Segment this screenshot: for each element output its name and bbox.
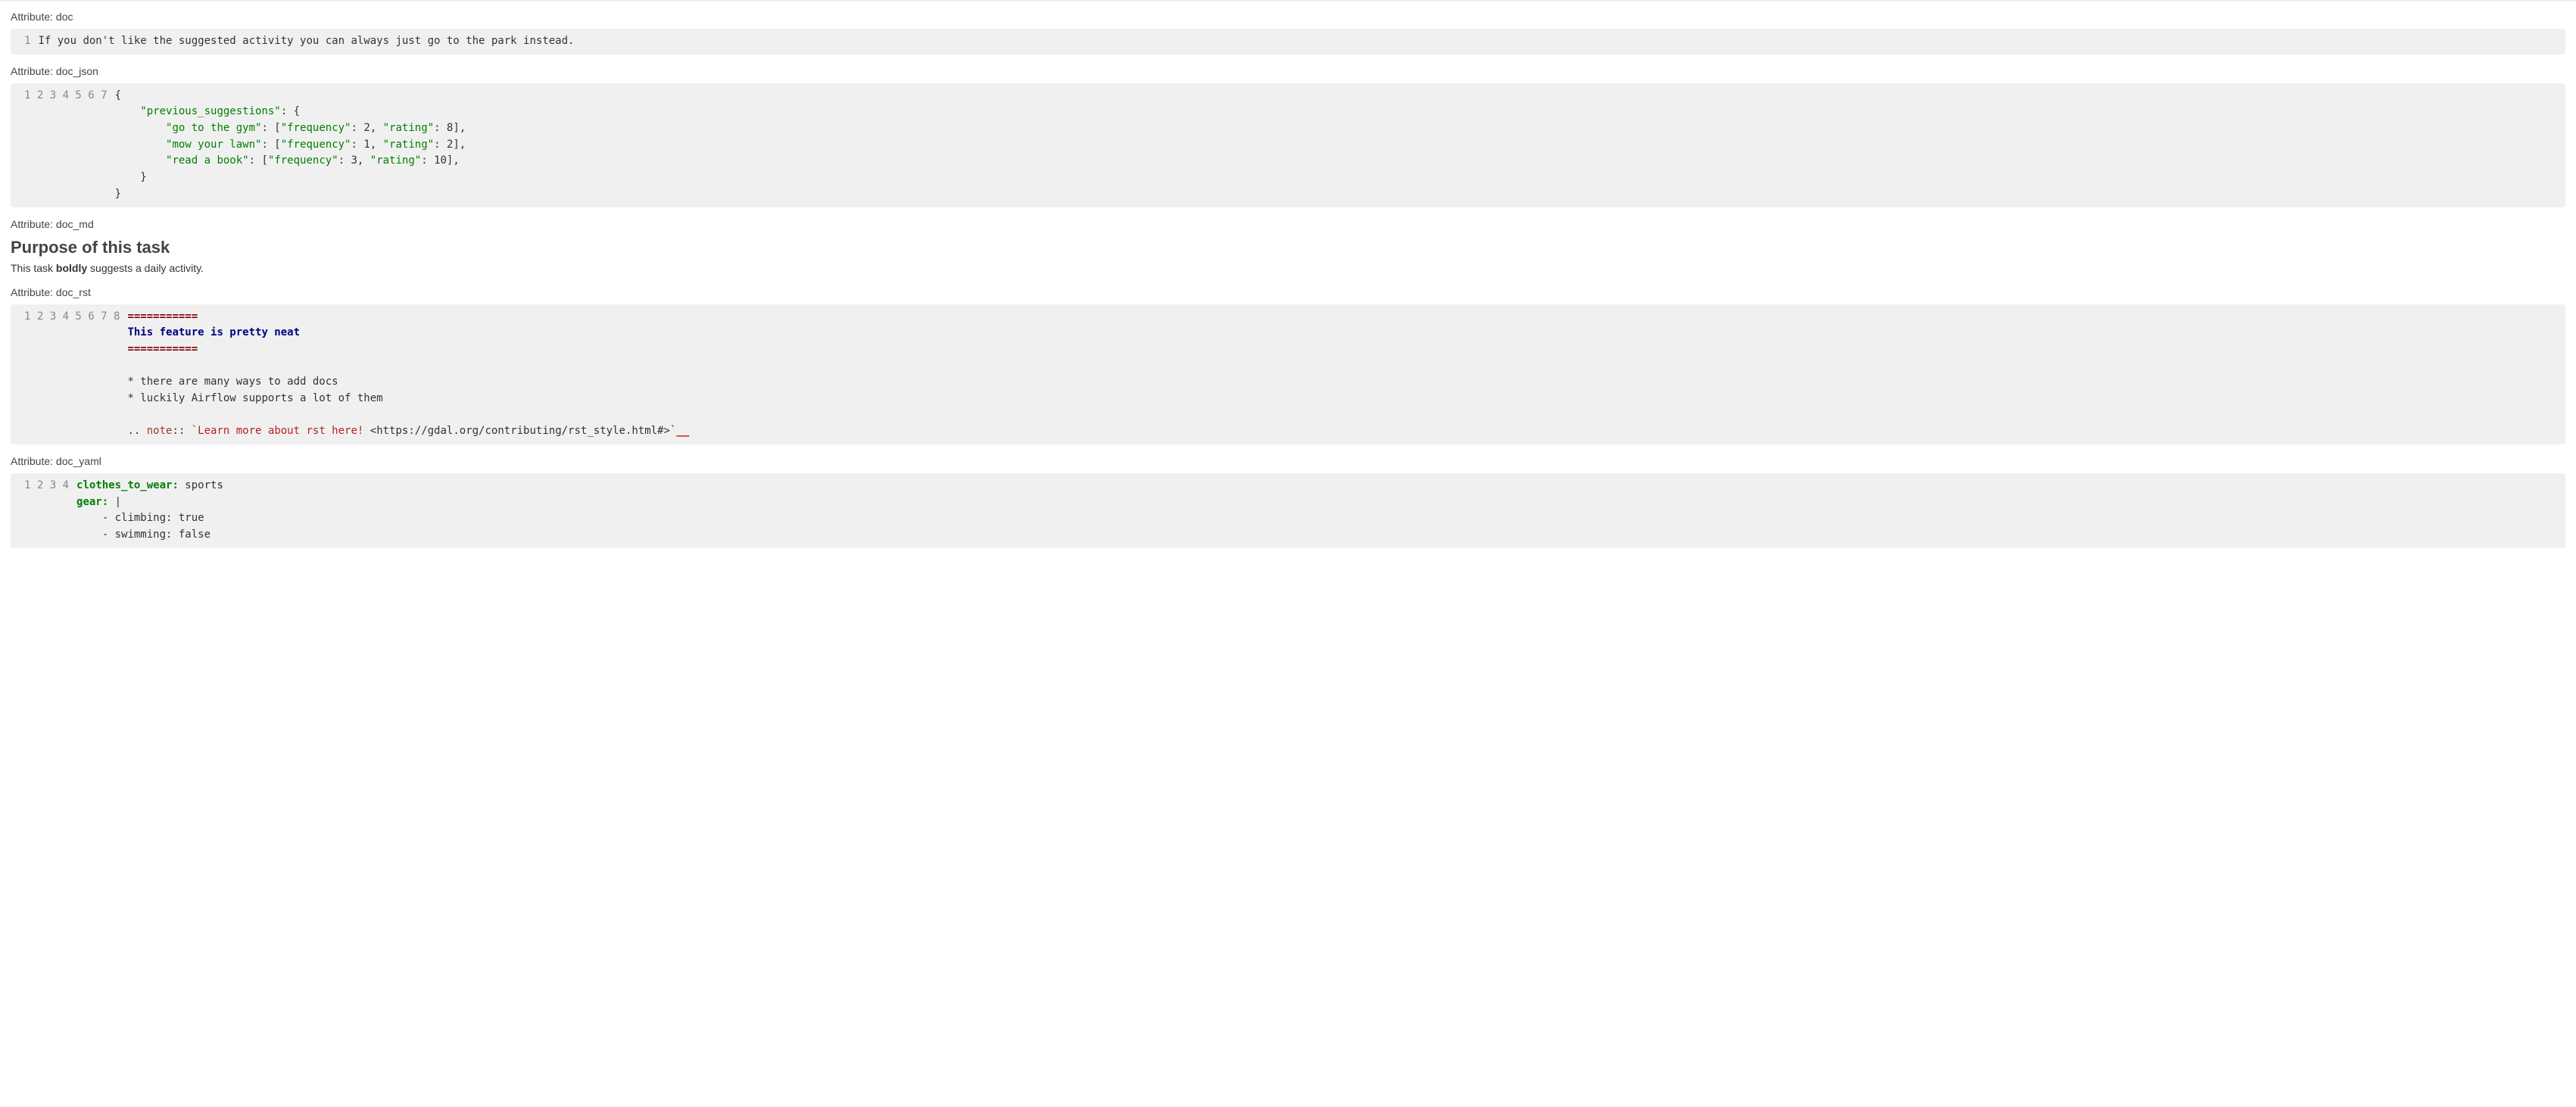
json-key: "frequency" (281, 122, 351, 134)
code-block-doc-json: 1 2 3 4 5 6 7 { "previous_suggestions": … (11, 83, 2565, 207)
rst-underline: =========== (127, 343, 198, 355)
attr-name: doc_rst (56, 286, 91, 298)
code-line: } (115, 170, 2556, 186)
attr-name: doc (56, 11, 73, 23)
yaml-value: sports (179, 479, 223, 491)
attr-prefix: Attribute: (11, 11, 56, 23)
code-content: =========== This feature is pretty neat ==… (127, 309, 2565, 441)
code-block-doc: 1 If you don't like the suggested activi… (11, 29, 2565, 55)
code-line: If you don't like the suggested activity… (38, 33, 2556, 50)
json-number: 2 (447, 139, 453, 151)
attr-prefix: Attribute: (11, 65, 56, 77)
rst-dotdot: .. (127, 425, 146, 437)
attr-name: doc_yaml (56, 455, 101, 467)
md-heading: Purpose of this task (11, 238, 2565, 257)
yaml-key: clothes_to_wear: (76, 479, 179, 491)
rst-overline: =========== (127, 310, 198, 323)
code-content: clothes_to_wear: sportsgear: | - climbin… (76, 478, 2565, 544)
attr-prefix: Attribute: (11, 455, 56, 467)
code-line: "read a book": ["frequency": 3, "rating"… (115, 153, 2556, 170)
json-number: 2 (363, 122, 370, 134)
rst-anon-ref: __ (676, 425, 689, 437)
code-line: =========== (127, 341, 2556, 358)
code-content: { "previous_suggestions": { "go to the g… (115, 88, 2565, 203)
code-line: This feature is pretty neat (127, 325, 2556, 341)
yaml-key: gear: (76, 496, 108, 508)
json-key: "previous_suggestions" (140, 105, 280, 117)
code-line: "previous_suggestions": { (115, 104, 2556, 120)
code-line: - swimming: false (76, 527, 2556, 544)
json-key: "read a book" (166, 154, 249, 167)
yaml-value: | (108, 496, 121, 508)
json-number: 1 (363, 139, 370, 151)
rst-colons: :: (172, 425, 191, 437)
code-line: "mow your lawn": ["frequency": 1, "ratin… (115, 137, 2556, 154)
line-gutter: 1 2 3 4 5 6 7 (11, 88, 115, 203)
attr-name: doc_md (56, 218, 94, 230)
attr-prefix: Attribute: (11, 218, 56, 230)
md-paragraph: This task boldly suggests a daily activi… (11, 262, 2565, 274)
json-key: "frequency" (268, 154, 338, 167)
json-number: 3 (351, 154, 357, 167)
json-key: "rating" (383, 139, 434, 151)
code-line: { (115, 88, 2556, 104)
json-key: "frequency" (281, 139, 351, 151)
json-number: 8 (447, 122, 453, 134)
md-text: suggests a daily activity. (87, 262, 204, 274)
code-line: - climbing: true (76, 510, 2556, 527)
rst-literal: `Learn more about rst here! (192, 425, 370, 437)
rst-directive: note (147, 425, 173, 437)
code-line: } (115, 186, 2556, 203)
md-bold: boldly (56, 262, 87, 274)
code-line (127, 358, 2556, 375)
attr-label-doc-yaml: Attribute: doc_yaml (11, 455, 2565, 467)
json-key: "rating" (370, 154, 421, 167)
json-key: "go to the gym" (166, 122, 261, 134)
rst-url: <https://gdal.org/contributing/rst_style… (370, 425, 677, 437)
code-line: gear: | (76, 494, 2556, 511)
code-line (127, 407, 2556, 424)
code-line: clothes_to_wear: sports (76, 478, 2556, 494)
attr-name: doc_json (56, 65, 98, 77)
attr-label-doc-json: Attribute: doc_json (11, 65, 2565, 77)
md-text: This task (11, 262, 56, 274)
code-line: =========== (127, 309, 2556, 326)
code-line: "go to the gym": ["frequency": 2, "ratin… (115, 120, 2556, 137)
doc-page: Attribute: doc 1 If you don't like the s… (0, 0, 2576, 582)
rst-title: This feature is pretty neat (127, 326, 300, 338)
attr-label-doc-md: Attribute: doc_md (11, 218, 2565, 230)
line-gutter: 1 (11, 33, 38, 50)
json-key: "mow your lawn" (166, 139, 261, 151)
code-block-doc-rst: 1 2 3 4 5 6 7 8 =========== This feature … (11, 304, 2565, 445)
attr-label-doc-rst: Attribute: doc_rst (11, 286, 2565, 298)
code-line: * there are many ways to add docs (127, 374, 2556, 391)
code-line: * luckily Airflow supports a lot of them (127, 391, 2556, 407)
line-gutter: 1 2 3 4 (11, 478, 76, 544)
rendered-markdown: Purpose of this task This task boldly su… (11, 238, 2565, 274)
line-gutter: 1 2 3 4 5 6 7 8 (11, 309, 127, 441)
code-content: If you don't like the suggested activity… (38, 33, 2565, 50)
code-line: .. note:: `Learn more about rst here! <h… (127, 423, 2556, 440)
json-key: "rating" (383, 122, 434, 134)
attr-prefix: Attribute: (11, 286, 56, 298)
json-number: 10 (434, 154, 447, 167)
attr-label-doc: Attribute: doc (11, 11, 2565, 23)
code-block-doc-yaml: 1 2 3 4 clothes_to_wear: sportsgear: | -… (11, 473, 2565, 548)
